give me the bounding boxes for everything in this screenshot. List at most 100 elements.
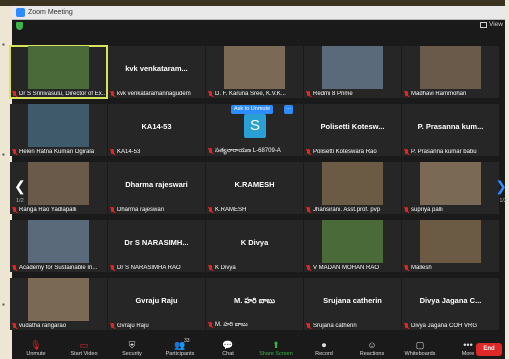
record-button[interactable]: ⏺ Record bbox=[300, 339, 348, 357]
participant-tile[interactable]: K Divya K Divya bbox=[206, 220, 303, 272]
participant-display-name: K Divya bbox=[240, 238, 269, 247]
participant-name-text: supriya palli bbox=[411, 207, 443, 213]
gallery-view: Dr S Srinivasulu, Director of Ex... kvk v… bbox=[9, 45, 499, 330]
prev-page-arrow-icon[interactable]: ❮ bbox=[14, 178, 26, 195]
mic-muted-icon bbox=[208, 91, 213, 97]
chat-button[interactable]: 💬 Chat bbox=[204, 339, 252, 357]
participant-video bbox=[420, 162, 481, 205]
security-label: Security bbox=[122, 351, 142, 357]
security-button[interactable]: ⛨ Security bbox=[108, 339, 156, 357]
participant-tile[interactable]: Jhansirani. Asst.prof. pvp bbox=[304, 162, 401, 214]
participant-name-text: Redmi 8 Prime bbox=[313, 91, 353, 97]
participant-tile[interactable]: P. Prasanna kum... P. Prasanna kumar babu bbox=[402, 104, 499, 156]
participant-tile[interactable]: Madhavi Rammohan bbox=[402, 46, 499, 98]
participant-name-text: Srujana catherin bbox=[313, 323, 357, 329]
participant-name-text: Polisetti Koteswara Rao bbox=[313, 149, 377, 155]
participant-tile[interactable]: Redmi 8 Prime bbox=[304, 46, 401, 98]
participant-tile[interactable]: Helen Ratna Kumari Ogirala bbox=[10, 104, 107, 156]
participant-tile[interactable]: V MADAN MOHAN RAO bbox=[304, 220, 401, 272]
participant-name-label: V MADAN MOHAN RAO bbox=[306, 265, 399, 271]
participant-display-name: M. హరి బాబు bbox=[234, 296, 275, 305]
participant-name-text: K Divya bbox=[215, 265, 236, 271]
participant-tile[interactable]: Dr S NARASIMH... Dr S NARASIMHA RAO bbox=[108, 220, 205, 272]
participant-name-text: Academy for Sustainable In... bbox=[19, 265, 98, 271]
participants-count: 33 bbox=[184, 338, 190, 344]
end-button[interactable]: End bbox=[476, 343, 502, 356]
mic-muted-icon bbox=[404, 207, 409, 213]
top-strip: View bbox=[12, 20, 505, 32]
share-screen-button[interactable]: ⬆ Share Screen bbox=[252, 339, 300, 357]
participant-tile[interactable]: Polisetti Kotesw... Polisetti Koteswara R… bbox=[304, 104, 401, 156]
reactions-button[interactable]: ☺ Reactions bbox=[348, 339, 396, 357]
participant-name-text: M. హరి బాబు bbox=[215, 322, 248, 328]
unmute-button[interactable]: 🎙 Unmute bbox=[12, 339, 60, 357]
mic-muted-icon bbox=[12, 91, 17, 97]
participant-name-label: Helen Ratna Kumari Ogirala bbox=[12, 149, 105, 155]
participants-button[interactable]: 👥 33 Participants bbox=[156, 338, 204, 357]
zoom-logo-icon bbox=[16, 8, 25, 17]
mic-muted-icon bbox=[208, 265, 213, 271]
participant-tile[interactable]: Srujana catherin Srujana catherin bbox=[304, 278, 401, 330]
start-video-button[interactable]: ▭ Start Video bbox=[60, 339, 108, 357]
participant-name-label: Redmi 8 Prime bbox=[306, 91, 399, 97]
participant-tile[interactable]: Mallesh bbox=[402, 220, 499, 272]
mic-muted-icon bbox=[208, 207, 213, 213]
participant-tile[interactable]: Dr S Srinivasulu, Director of Ex... bbox=[9, 45, 108, 99]
participant-video bbox=[28, 220, 89, 263]
participant-tile[interactable]: kvk venkataram... kvk venkataramannagudem bbox=[108, 46, 205, 98]
participant-name-label: Srujana catherin bbox=[306, 323, 399, 329]
participant-name-text: P. Prasanna kumar babu bbox=[411, 149, 477, 155]
next-page-arrow-icon[interactable]: ❯ bbox=[495, 178, 507, 195]
participant-name-text: K.RAMESH bbox=[215, 207, 247, 213]
mic-muted-icon bbox=[12, 265, 17, 271]
participant-name-label: సత్యనారాయణ L-68709-A bbox=[208, 147, 301, 155]
participant-name-text: Dr S NARASIMHA RAO bbox=[117, 265, 181, 271]
participant-tile[interactable]: vudatha rangarao bbox=[10, 278, 107, 330]
participant-tile[interactable]: K.RAMESH K.RAMESH bbox=[206, 162, 303, 214]
participant-name-label: Ranga Rao Yadlapalli bbox=[12, 207, 105, 213]
mic-muted-icon bbox=[110, 149, 115, 155]
mic-muted-icon bbox=[306, 207, 311, 213]
participant-name-label: Madhavi Rammohan bbox=[404, 91, 497, 97]
participant-tile[interactable]: Ask to Unmute ··· S సత్యనారాయణ L-68709-A bbox=[206, 104, 303, 156]
participant-name-label: Dr S NARASIMHA RAO bbox=[110, 265, 203, 271]
participant-name-text: D. F. Karuna Sree, K.V.K... bbox=[215, 91, 286, 97]
participant-tile[interactable]: Divya Jagana C... Divya Jagana COH VRG bbox=[402, 278, 499, 330]
participant-video bbox=[322, 220, 383, 263]
participant-name-text: సత్యనారాయణ L-68709-A bbox=[215, 148, 281, 154]
reactions-label: Reactions bbox=[359, 351, 385, 357]
reactions-icon: ☺ bbox=[367, 340, 377, 350]
participant-tile[interactable]: M. హరి బాబు M. హరి బాబు bbox=[206, 278, 303, 330]
participant-tile[interactable]: Gvraju Raju Gvraju Raju bbox=[108, 278, 205, 330]
participant-name-text: V MADAN MOHAN RAO bbox=[313, 265, 380, 271]
record-label: Record bbox=[315, 351, 333, 357]
participant-name-text: Jhansirani. Asst.prof. pvp bbox=[313, 207, 381, 213]
mic-muted-icon bbox=[404, 91, 409, 97]
grid-icon bbox=[480, 21, 488, 28]
participant-tile[interactable]: supriya palli bbox=[402, 162, 499, 214]
participant-name-label: kvk venkataramannagudem bbox=[110, 91, 203, 97]
participant-name-label: Jhansirani. Asst.prof. pvp bbox=[306, 207, 399, 213]
participant-display-name: Polisetti Kotesw... bbox=[320, 122, 385, 131]
participant-video bbox=[322, 46, 383, 89]
participant-name-text: Mallesh bbox=[411, 265, 432, 271]
view-button[interactable]: View bbox=[480, 21, 503, 28]
participant-name-label: vudatha rangarao bbox=[12, 323, 105, 329]
shield-icon[interactable] bbox=[16, 22, 23, 30]
participant-tile[interactable]: Dharma rajeswari Dharma rajeswari bbox=[108, 162, 205, 214]
ask-to-unmute-button[interactable]: Ask to Unmute bbox=[231, 105, 274, 114]
start-video-label: Start Video bbox=[70, 351, 98, 357]
participant-tile[interactable]: Academy for Sustainable In... bbox=[10, 220, 107, 272]
participant-tile[interactable]: KA14-53 KA14-53 bbox=[108, 104, 205, 156]
participant-display-name: Divya Jagana C... bbox=[419, 296, 482, 305]
tile-more-icon[interactable]: ··· bbox=[284, 105, 293, 114]
participant-name-label: Dharma rajeswari bbox=[110, 207, 203, 213]
participant-display-name: kvk venkataram... bbox=[125, 64, 188, 73]
participant-name-label: K.RAMESH bbox=[208, 207, 301, 213]
participant-name-label: D. F. Karuna Sree, K.V.K... bbox=[208, 91, 301, 97]
whiteboards-button[interactable]: ▢ Whiteboards bbox=[396, 339, 444, 357]
participant-name-label: Gvraju Raju bbox=[110, 323, 203, 329]
participant-tile[interactable]: D. F. Karuna Sree, K.V.K... bbox=[206, 46, 303, 98]
participant-name-label: supriya palli bbox=[404, 207, 497, 213]
participant-display-name: KA14-53 bbox=[141, 122, 172, 131]
